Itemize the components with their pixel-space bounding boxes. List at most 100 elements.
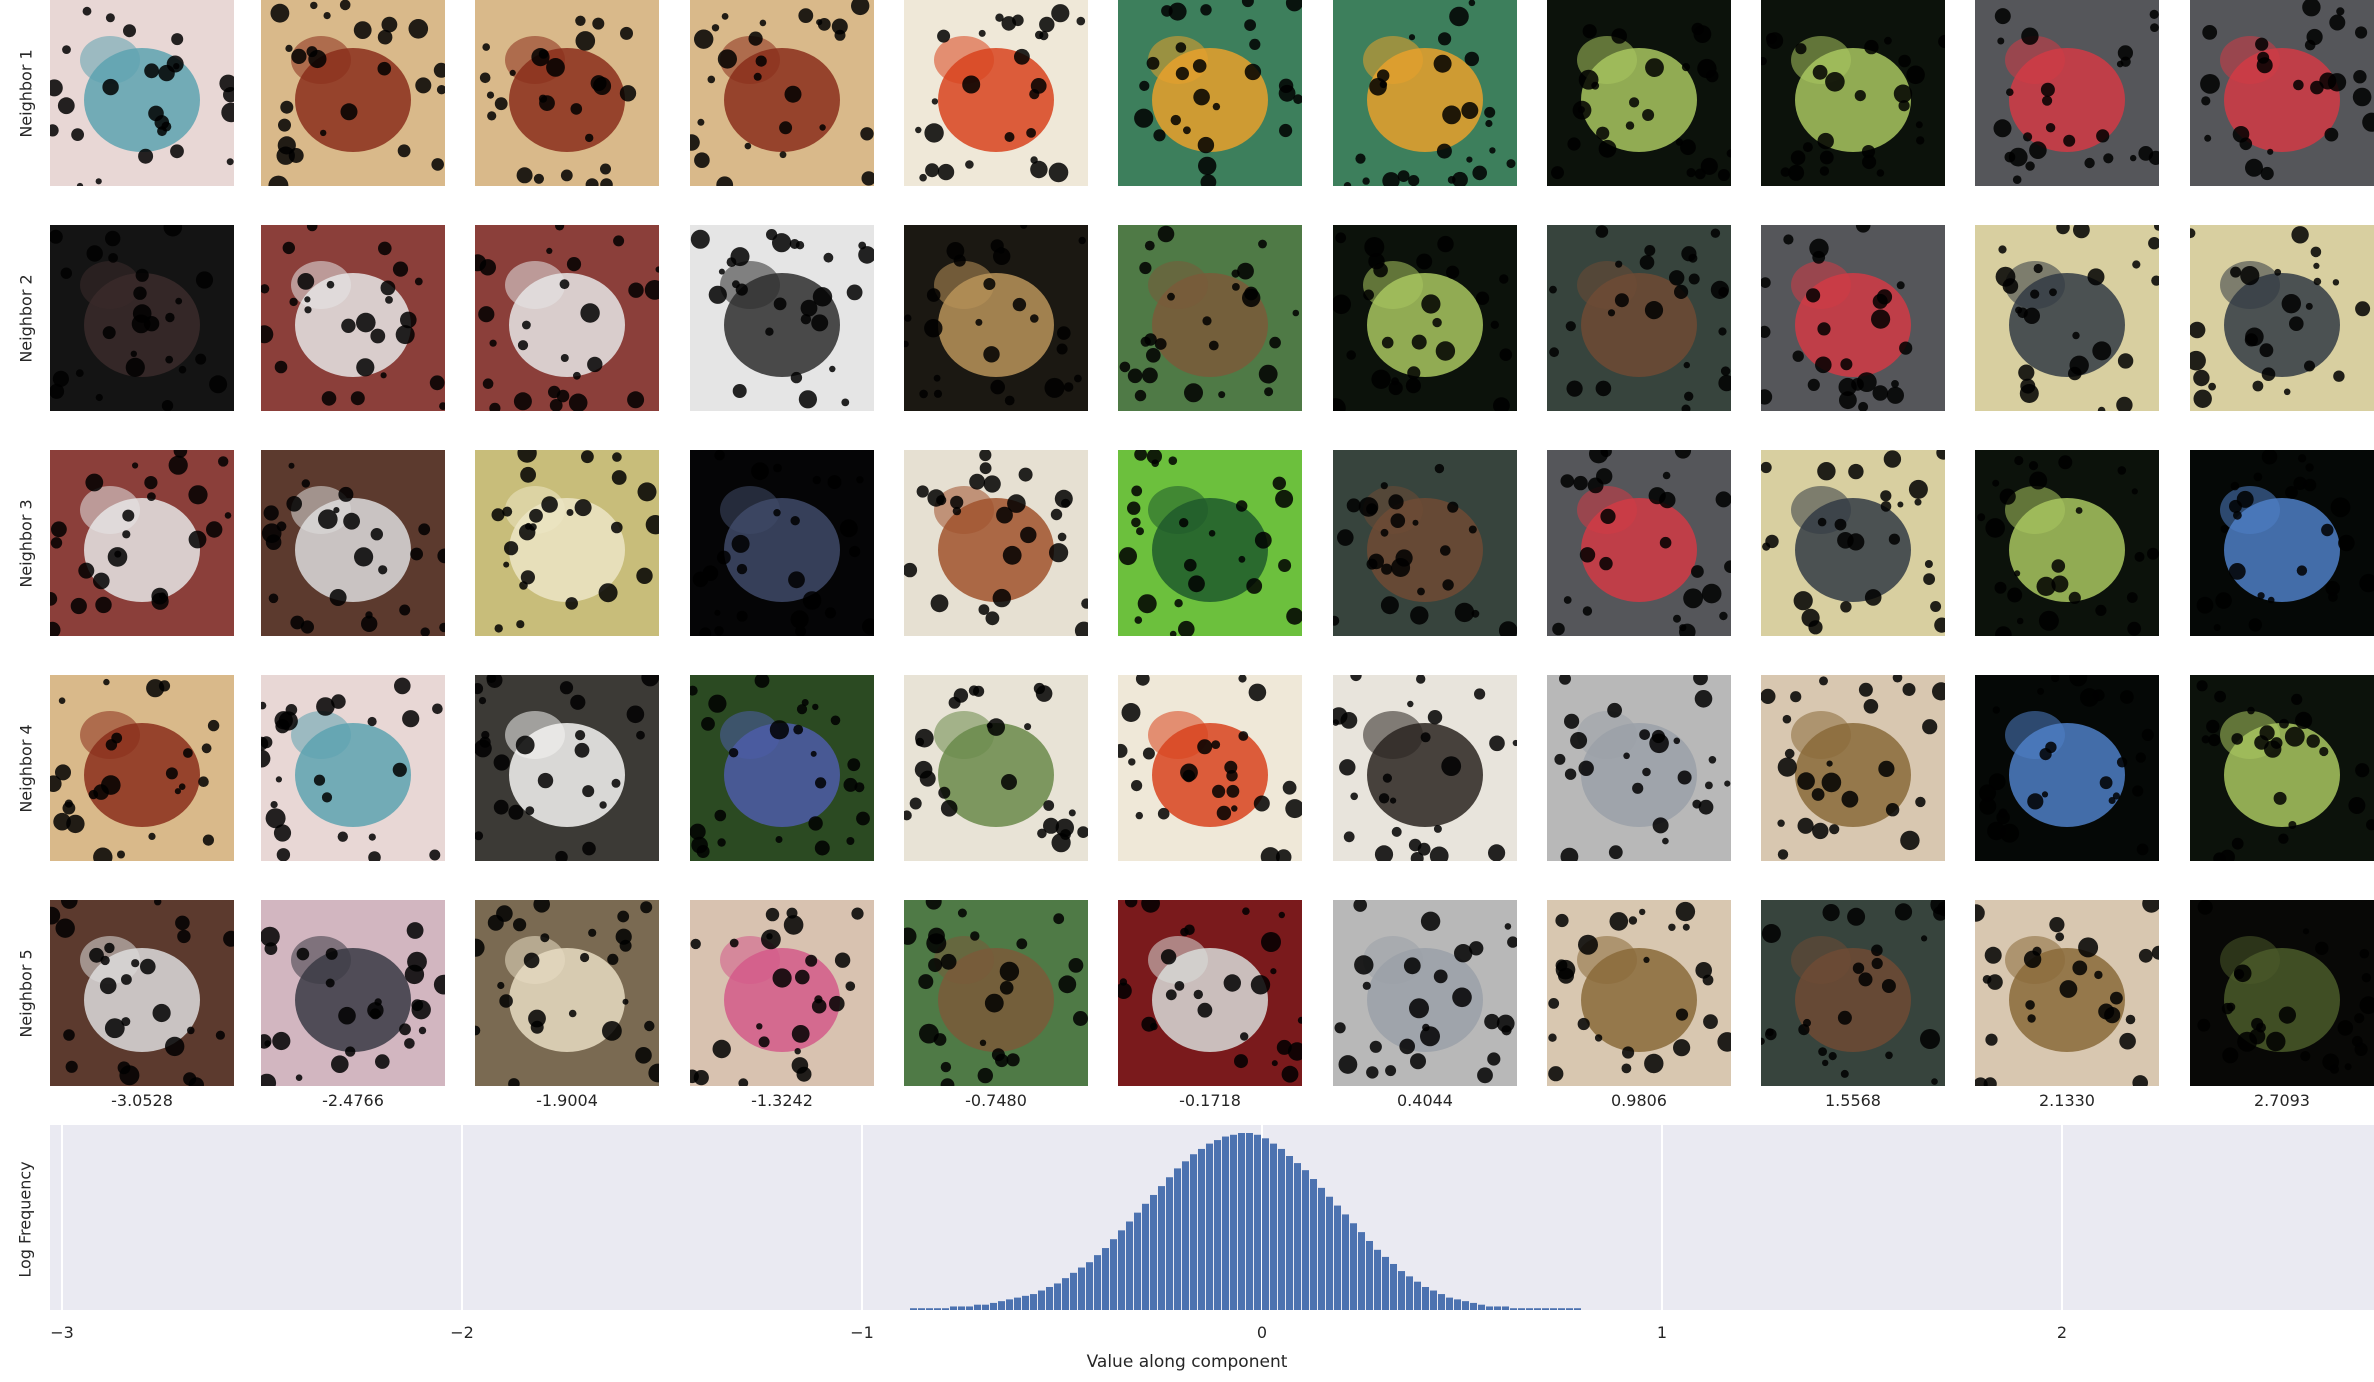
- column-value-label: -0.1718: [1179, 1091, 1241, 1110]
- shirt-tie-photo: [1118, 675, 1302, 861]
- histogram-bar: [1422, 1286, 1429, 1310]
- histogram-bar: [1350, 1223, 1357, 1310]
- row-label-neighbor-1: Neighbor 1: [10, 0, 42, 186]
- x-tick-label: −1: [850, 1323, 874, 1342]
- snake-on-leaf-photo: [1118, 0, 1302, 186]
- dark-night-photo: [690, 450, 874, 636]
- histogram-bar: [998, 1301, 1005, 1310]
- column-value-label: -0.7480: [965, 1091, 1027, 1110]
- column-value-label: 0.4044: [1397, 1091, 1453, 1110]
- histogram-bar: [1342, 1214, 1349, 1310]
- grey-wall-tag-photo: [1975, 0, 2159, 186]
- histogram-bar: [1206, 1143, 1213, 1310]
- row-label-neighbor-3: Neighbor 3: [10, 450, 42, 636]
- histogram-bar: [1142, 1203, 1149, 1310]
- histogram-bar: [1110, 1239, 1117, 1310]
- shaggy-dog-rug-photo: [475, 225, 659, 411]
- histogram-bar: [950, 1306, 957, 1310]
- snake-on-leaf-photo: [1333, 0, 1517, 186]
- histogram-bar: [1238, 1133, 1245, 1310]
- histogram-bar: [1438, 1294, 1445, 1310]
- hammer-teddy-photo: [475, 450, 659, 636]
- chickadee-branch-photo: [904, 900, 1088, 1086]
- column-value-label: -1.3242: [751, 1091, 813, 1110]
- histogram-bar: [1534, 1308, 1541, 1310]
- collie-dog-photo: [261, 450, 445, 636]
- blue-water-dark-photo: [2190, 450, 2374, 636]
- histogram-bar: [1022, 1295, 1029, 1310]
- vacuum-cleaner-photo: [690, 0, 874, 186]
- histogram-bar: [1334, 1205, 1341, 1310]
- histogram-bar: [1502, 1306, 1509, 1310]
- histogram-bar: [1310, 1179, 1317, 1310]
- histogram-bar: [934, 1308, 941, 1310]
- histogram-bar: [1494, 1306, 1501, 1310]
- histogram-bar: [1198, 1148, 1205, 1310]
- histogram-bar: [1014, 1297, 1021, 1310]
- row-label-neighbor-5: Neighbor 5: [10, 900, 42, 1086]
- histogram-bar: [990, 1302, 997, 1310]
- grey-wall-tag-photo: [2190, 0, 2374, 186]
- histogram-bar: [974, 1304, 981, 1310]
- spider-web-photo: [1761, 0, 1945, 186]
- row-label-neighbor-4: Neighbor 4: [10, 675, 42, 861]
- spider-web-photo: [1333, 225, 1517, 411]
- histogram-bar: [1398, 1271, 1405, 1310]
- grey-wall-tag-photo: [1547, 450, 1731, 636]
- x-tick-label: −2: [450, 1323, 474, 1342]
- histogram-bar: [1006, 1299, 1013, 1310]
- stick-on-granite-photo: [1761, 900, 1945, 1086]
- histogram-bar: [1558, 1308, 1565, 1310]
- column-value-label: -1.9004: [536, 1091, 598, 1110]
- column-value-label: 2.7093: [2254, 1091, 2310, 1110]
- row-label-text: Neighbor 5: [16, 948, 36, 1038]
- grey-wall-tag-photo: [1761, 225, 1945, 411]
- histogram-bar: [1318, 1187, 1325, 1310]
- histogram-bar: [1358, 1232, 1365, 1310]
- row-label-text: Neighbor 1: [16, 48, 36, 138]
- histogram-bar: [1478, 1304, 1485, 1310]
- histogram-bar: [1566, 1308, 1573, 1310]
- wooden-stairs-photo: [904, 225, 1088, 411]
- histogram-bar: [1326, 1196, 1333, 1310]
- shirt-tie-photo: [904, 0, 1088, 186]
- column-value-label: 2.1330: [2039, 1091, 2095, 1110]
- histogram-bar: [1454, 1299, 1461, 1310]
- dog-on-stairs-photo: [475, 900, 659, 1086]
- histogram-bar: [982, 1304, 989, 1310]
- histogram-bar: [1046, 1286, 1053, 1310]
- histogram-bar: [918, 1308, 925, 1310]
- glass-window-photo: [261, 675, 445, 861]
- histogram-bar: [1150, 1194, 1157, 1310]
- shaggy-dog-rug-photo: [261, 225, 445, 411]
- x-axis-label: Value along component: [1087, 1352, 1288, 1372]
- histogram-bar: [910, 1308, 917, 1310]
- histogram-bar: [1302, 1170, 1309, 1310]
- column-value-label: -3.0528: [111, 1091, 173, 1110]
- histogram-bar: [1382, 1256, 1389, 1310]
- histogram-bar: [1222, 1136, 1229, 1310]
- white-dog-photo: [475, 675, 659, 861]
- staircase-photo: [904, 450, 1088, 636]
- histogram-bar: [1086, 1262, 1093, 1310]
- vacuum-cleaner-photo: [475, 0, 659, 186]
- histogram-bar: [1030, 1294, 1037, 1310]
- spider-web-photo: [1975, 450, 2159, 636]
- histogram-bar: [958, 1306, 965, 1310]
- flower-pot-photo: [690, 900, 874, 1086]
- cricket-insect-photo: [1547, 900, 1731, 1086]
- histogram-bar: [1294, 1163, 1301, 1310]
- glass-window-photo: [50, 0, 234, 186]
- histogram-bar: [1054, 1283, 1061, 1310]
- histogram-bar: [1246, 1133, 1253, 1310]
- longhorn-beetle-photo: [1333, 675, 1517, 861]
- column-value-label: 0.9806: [1611, 1091, 1667, 1110]
- histogram-bar: [1062, 1278, 1069, 1310]
- histogram-bar: [1182, 1161, 1189, 1310]
- vintage-camper-photo: [1761, 450, 1945, 636]
- histogram-bar: [1286, 1156, 1293, 1310]
- histogram-bar: [1102, 1248, 1109, 1310]
- x-tick-label: −3: [50, 1323, 74, 1342]
- histogram-bar: [1254, 1134, 1261, 1310]
- vacuum-cleaner-photo: [261, 0, 445, 186]
